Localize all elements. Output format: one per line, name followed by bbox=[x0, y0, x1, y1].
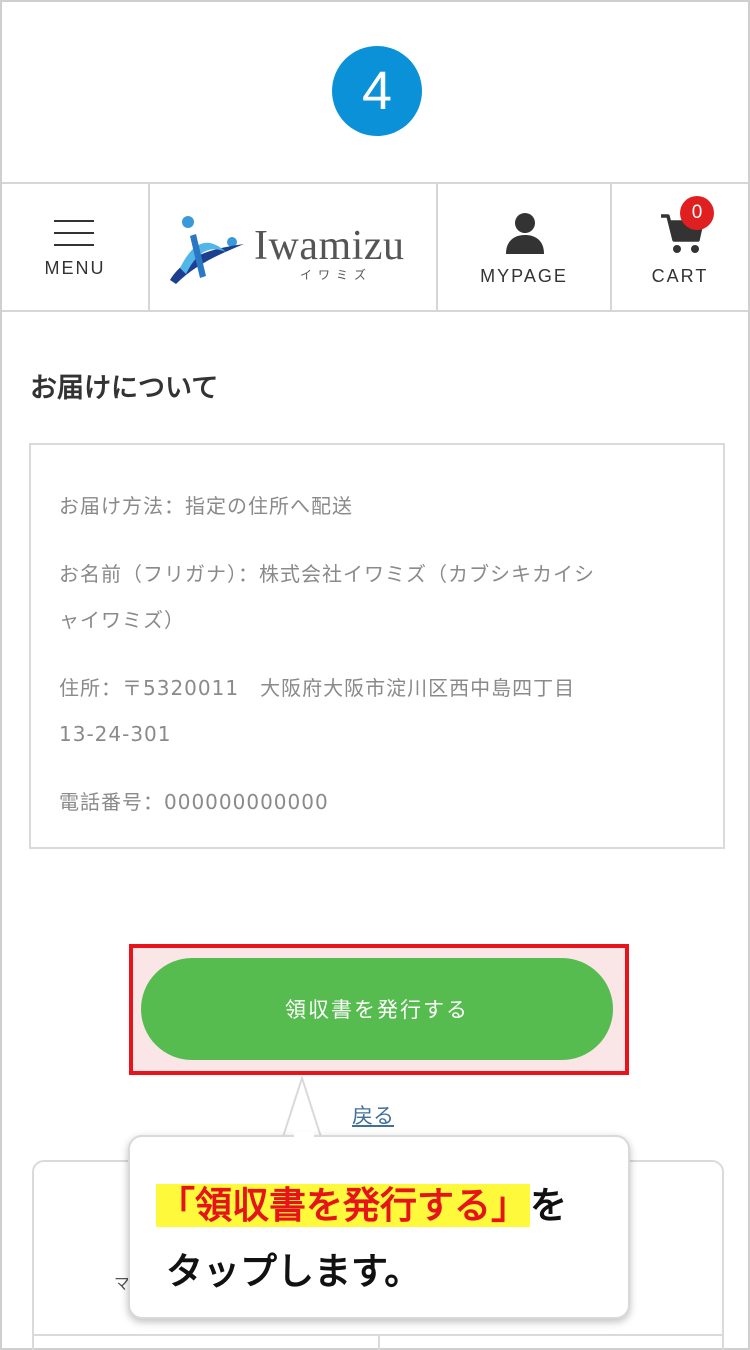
callout-highlight-text: 「領収書を発行する」 bbox=[156, 1184, 530, 1227]
callout-tail bbox=[280, 1076, 324, 1140]
menu-label: MENU bbox=[44, 258, 106, 278]
section-title: お届けについて bbox=[30, 373, 219, 404]
logo-subtext: イワミズ bbox=[300, 268, 373, 282]
address-line1: 住所：〒5320011 大阪府大阪市淀川区西中島四丁目 bbox=[59, 676, 576, 700]
recipient-name-line2: ャイワミズ） bbox=[59, 608, 185, 632]
callout-tail-cover bbox=[294, 1132, 314, 1140]
instruction-callout: 「領収書を発行する」を タップします。 bbox=[128, 1135, 630, 1319]
phone-number: 電話番号：000000000000 bbox=[59, 790, 329, 814]
mypage-button[interactable]: MYPAGE bbox=[438, 184, 612, 310]
card-divider-vertical bbox=[378, 1334, 380, 1350]
site-header: MENU Iwamizu イワミズ MYPAGE 0 CART bbox=[2, 182, 748, 312]
recipient-name-line1: お名前（フリガナ）：株式会社イワミズ（カブシキカイシ bbox=[59, 562, 595, 586]
cart-button[interactable]: 0 CART bbox=[612, 184, 748, 310]
callout-line2: タップします。 bbox=[166, 1250, 422, 1293]
menu-button[interactable]: MENU bbox=[2, 184, 150, 310]
logo-text: Iwamizu bbox=[254, 223, 405, 269]
delivery-method: お届け方法：指定の住所へ配送 bbox=[59, 494, 353, 518]
callout-line1: 「領収書を発行する」を bbox=[156, 1175, 567, 1229]
step-number-badge: 4 bbox=[332, 46, 422, 136]
cart-count-badge: 0 bbox=[680, 196, 714, 230]
cart-label: CART bbox=[651, 266, 709, 286]
back-link[interactable]: 戻る bbox=[352, 1100, 394, 1130]
site-logo-link[interactable]: Iwamizu イワミズ bbox=[150, 184, 438, 310]
step-indicator-area: 4 bbox=[2, 2, 748, 182]
issue-receipt-button[interactable]: 領収書を発行する bbox=[141, 958, 613, 1060]
mypage-label: MYPAGE bbox=[480, 266, 568, 286]
delivery-info-box: お届け方法：指定の住所へ配送 お名前（フリガナ）：株式会社イワミズ（カブシキカイ… bbox=[29, 443, 725, 849]
address-line2: 13-24-301 bbox=[59, 722, 172, 746]
logo-mark-icon bbox=[170, 216, 244, 284]
callout-suffix: を bbox=[530, 1184, 567, 1227]
person-icon bbox=[506, 213, 544, 254]
hamburger-icon bbox=[54, 220, 94, 246]
